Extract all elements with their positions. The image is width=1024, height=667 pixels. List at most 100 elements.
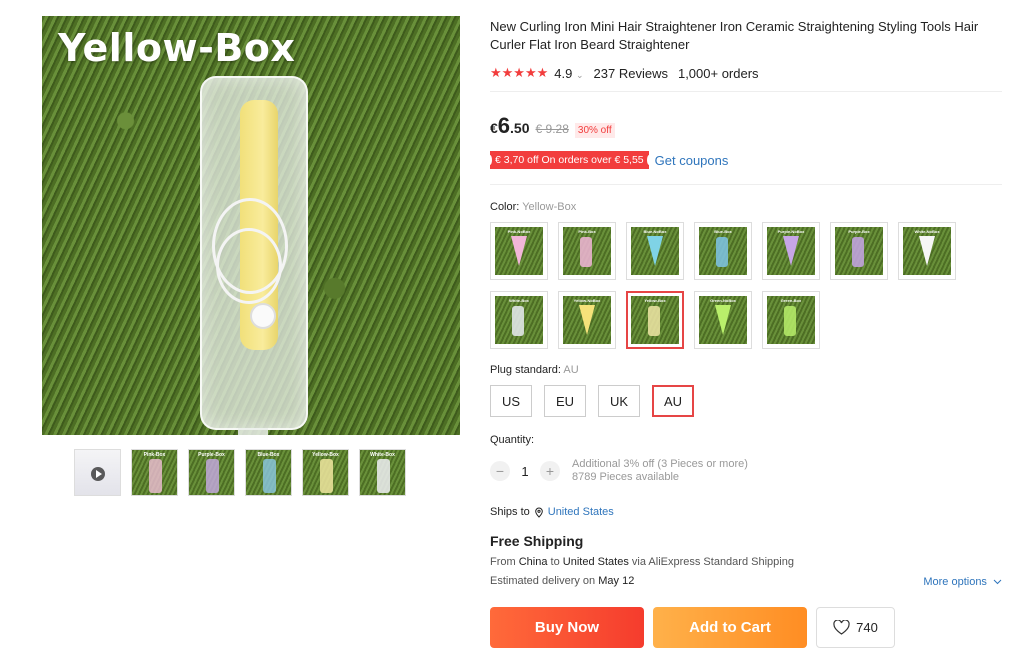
color-swatch[interactable]: Purple-Box (830, 222, 888, 280)
reviews-link[interactable]: 237 Reviews (594, 66, 668, 81)
shipping-route: From China to United States via AliExpre… (490, 556, 794, 568)
color-swatch-image: Green-NoBox (699, 296, 747, 344)
thumbnail-video[interactable] (74, 449, 121, 496)
orders-count: 1,000+ orders (677, 65, 759, 81)
chevron-down-icon (993, 579, 1002, 585)
box-icon (716, 237, 728, 267)
color-swatch[interactable]: Green-Box (762, 291, 820, 349)
box-icon (648, 306, 660, 336)
ships-to-country-link[interactable]: United States (548, 506, 614, 518)
thumbnail[interactable]: Yellow-Box (302, 449, 349, 496)
buy-now-button[interactable]: Buy Now (490, 607, 644, 648)
color-swatch-label: Blue-NoBox (643, 229, 667, 234)
star-rating-icon: ★★★★★ (490, 65, 549, 80)
color-swatches-row: White-Box Yellow-NoBox Yellow-Box Green-NoB… (490, 291, 820, 349)
color-swatch[interactable]: Pink-Box (558, 222, 616, 280)
color-swatch-image: Pink-NoBox (495, 227, 543, 275)
iron-icon (715, 305, 731, 335)
thumbnail[interactable]: Pink-Box (131, 449, 178, 496)
get-coupons-link[interactable]: Get coupons (655, 153, 729, 168)
more-options-link[interactable]: More options (923, 576, 1002, 588)
color-swatch-label: Pink-NoBox (507, 229, 531, 234)
product-box-graphic (200, 76, 308, 435)
color-swatch-label: Purple-Box (848, 229, 870, 234)
quantity-label: Quantity: (490, 434, 535, 446)
divider (490, 91, 1002, 92)
color-swatch-label: White-NoBox (914, 229, 940, 234)
image-watermark: Yellow-Box (58, 26, 296, 70)
color-swatch-image: White-NoBox (903, 227, 951, 275)
current-price: €6.50 (490, 113, 530, 138)
coupon-badge: € 3,70 off On orders over € 5,55 (488, 151, 651, 169)
increment-button[interactable]: + (540, 461, 560, 481)
decrement-button[interactable]: − (490, 461, 510, 481)
quantity-stepper: − 1 + Additional 3% off (3 Pieces or mor… (490, 458, 748, 484)
color-swatch[interactable]: Yellow-NoBox (558, 291, 616, 349)
thumbnail-strip: Pink-Box Purple-Box Blue-Box Yellow-Box … (74, 449, 406, 496)
plug-option-eu[interactable]: EU (544, 385, 586, 417)
color-swatch-image: Yellow-Box (631, 296, 679, 344)
wishlist-button[interactable]: 740 (816, 607, 895, 648)
color-swatch[interactable]: Pink-NoBox (490, 222, 548, 280)
play-icon (91, 467, 105, 481)
color-swatch-image: Blue-Box (699, 227, 747, 275)
thumbnail[interactable]: Blue-Box (245, 449, 292, 496)
color-swatch-image: Blue-NoBox (631, 227, 679, 275)
color-swatch[interactable]: Blue-Box (694, 222, 752, 280)
color-label: Color: Yellow-Box (490, 201, 577, 213)
color-swatch-image: Yellow-NoBox (563, 296, 611, 344)
box-icon (852, 237, 864, 267)
iron-icon (783, 236, 799, 266)
plug-option-au[interactable]: AU (652, 385, 695, 417)
plug-label: Plug standard: AU (490, 364, 579, 376)
iron-icon (919, 236, 935, 266)
main-product-image[interactable]: Yellow-Box (42, 16, 460, 435)
iron-icon (579, 305, 595, 335)
iron-icon (511, 236, 527, 266)
plug-option-us[interactable]: US (490, 385, 532, 417)
color-swatch[interactable]: Blue-NoBox (626, 222, 684, 280)
color-swatch[interactable]: Green-NoBox (694, 291, 752, 349)
heart-icon (833, 620, 850, 635)
iron-icon (647, 236, 663, 266)
color-swatch-label: Pink-Box (578, 229, 596, 234)
plug-option-uk[interactable]: UK (598, 385, 640, 417)
original-price: € 9.28 (535, 122, 569, 136)
rating-row: ★★★★★ 4.9 ⌄ 237 Reviews 1,000+ orders (490, 65, 759, 81)
color-swatch-label: Purple-NoBox (777, 229, 805, 234)
box-icon (580, 237, 592, 267)
add-to-cart-button[interactable]: Add to Cart (653, 607, 807, 648)
thumbnail[interactable]: Purple-Box (188, 449, 235, 496)
color-swatch-image: White-Box (495, 296, 543, 344)
plug-options: US EU UK AU (490, 385, 695, 417)
color-swatch-image: Purple-NoBox (767, 227, 815, 275)
color-swatch-label: Green-NoBox (710, 298, 736, 303)
price-row: €6.50 € 9.28 30% off (490, 113, 615, 139)
color-swatch-image: Pink-Box (563, 227, 611, 275)
product-title: New Curling Iron Mini Hair Straightener … (490, 19, 979, 52)
free-shipping-title: Free Shipping (490, 533, 584, 549)
color-swatch[interactable]: White-Box (490, 291, 548, 349)
thumbnail[interactable]: White-Box (359, 449, 406, 496)
color-swatch-label: Green-Box (780, 298, 802, 303)
color-swatch[interactable]: Purple-NoBox (762, 222, 820, 280)
color-swatch-label: White-Box (509, 298, 529, 303)
color-swatch-image: Purple-Box (835, 227, 883, 275)
quantity-input[interactable]: 1 (518, 464, 532, 479)
rating-value[interactable]: 4.9 ⌄ (554, 66, 583, 81)
color-swatch[interactable]: White-NoBox (898, 222, 956, 280)
color-swatch-image: Green-Box (767, 296, 815, 344)
location-pin-icon (534, 506, 543, 518)
coupon-row: € 3,70 off On orders over € 5,55 Get cou… (488, 151, 729, 169)
color-swatch[interactable]: Yellow-Box (626, 291, 684, 349)
color-swatch-label: Yellow-Box (644, 298, 666, 303)
quantity-note: Additional 3% off (3 Pieces or more) 878… (572, 458, 748, 483)
divider (490, 184, 1002, 185)
color-swatches-row: Pink-NoBox Pink-Box Blue-NoBox Blue-Box Purp… (490, 222, 956, 280)
ships-to-row: Ships to United States (490, 506, 614, 518)
color-swatch-label: Yellow-NoBox (573, 298, 601, 303)
box-icon (784, 306, 796, 336)
wishlist-count: 740 (856, 620, 878, 635)
box-icon (512, 306, 524, 336)
estimated-delivery: Estimated delivery on May 12 (490, 575, 635, 587)
